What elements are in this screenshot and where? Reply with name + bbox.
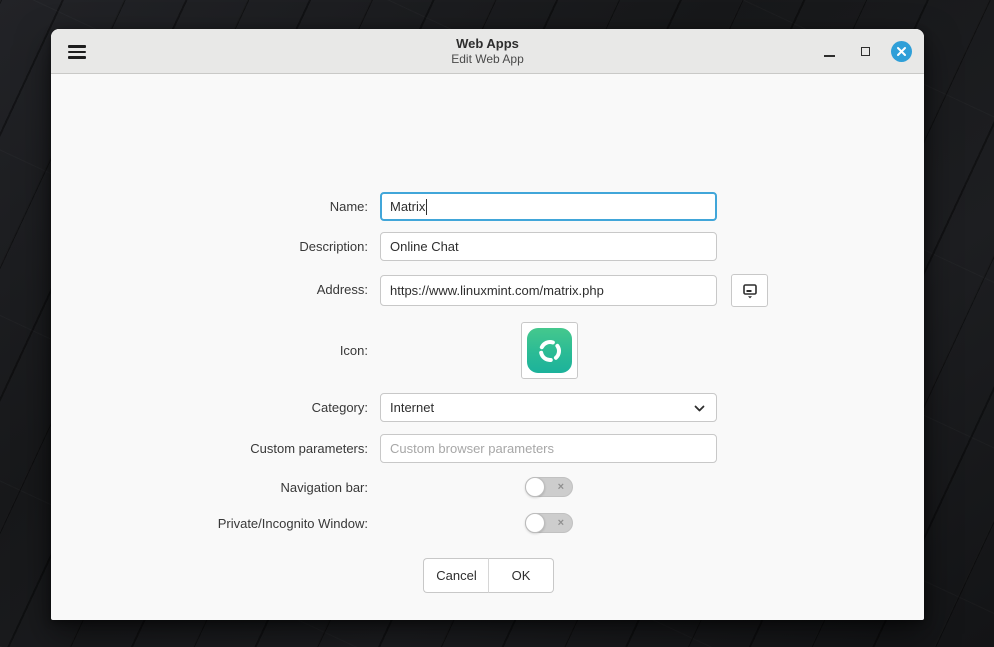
open-in-browser-button[interactable] <box>731 274 768 307</box>
name-input[interactable]: Matrix <box>380 192 717 221</box>
toggle-off-x-icon: × <box>558 478 564 496</box>
navigation-bar-label: Navigation bar: <box>51 477 368 497</box>
cancel-button[interactable]: Cancel <box>423 558 489 593</box>
navigation-bar-toggle[interactable]: × <box>525 477 573 497</box>
icon-label: Icon: <box>51 322 368 379</box>
toggle-knob <box>525 513 545 533</box>
window-subtitle: Edit Web App <box>51 52 924 67</box>
private-window-toggle[interactable]: × <box>525 513 573 533</box>
toggle-off-x-icon: × <box>558 514 564 532</box>
name-label: Name: <box>51 192 368 221</box>
web-apps-window: Web Apps Edit Web App Name: Matrix <box>51 29 924 620</box>
ok-button[interactable]: OK <box>488 558 554 593</box>
close-button[interactable] <box>891 41 912 62</box>
titlebar: Web Apps Edit Web App <box>51 29 924 74</box>
maximize-icon <box>861 47 870 56</box>
display-icon <box>741 282 759 300</box>
chevron-down-icon <box>693 402 706 415</box>
app-icon-button[interactable] <box>521 322 578 379</box>
desktop-background: Web Apps Edit Web App Name: Matrix <box>0 0 994 647</box>
address-label: Address: <box>51 274 368 305</box>
close-icon <box>891 41 912 62</box>
description-label: Description: <box>51 232 368 261</box>
private-window-label: Private/Incognito Window: <box>51 513 368 533</box>
swirl-arcs-icon <box>533 334 567 368</box>
custom-parameters-label: Custom parameters: <box>51 434 368 463</box>
category-select[interactable]: Internet <box>380 393 717 422</box>
text-caret <box>426 199 427 215</box>
maximize-button[interactable] <box>855 42 875 62</box>
custom-parameters-input[interactable] <box>380 434 717 463</box>
window-title: Web Apps <box>51 35 924 52</box>
edit-web-app-form: Name: Matrix Description: Address: Icon: <box>51 75 924 620</box>
minimize-icon <box>824 55 835 57</box>
description-input[interactable] <box>380 232 717 261</box>
category-label: Category: <box>51 393 368 422</box>
toggle-knob <box>525 477 545 497</box>
address-input[interactable] <box>380 275 717 306</box>
matrix-app-icon <box>527 328 572 373</box>
minimize-button[interactable] <box>819 42 839 62</box>
